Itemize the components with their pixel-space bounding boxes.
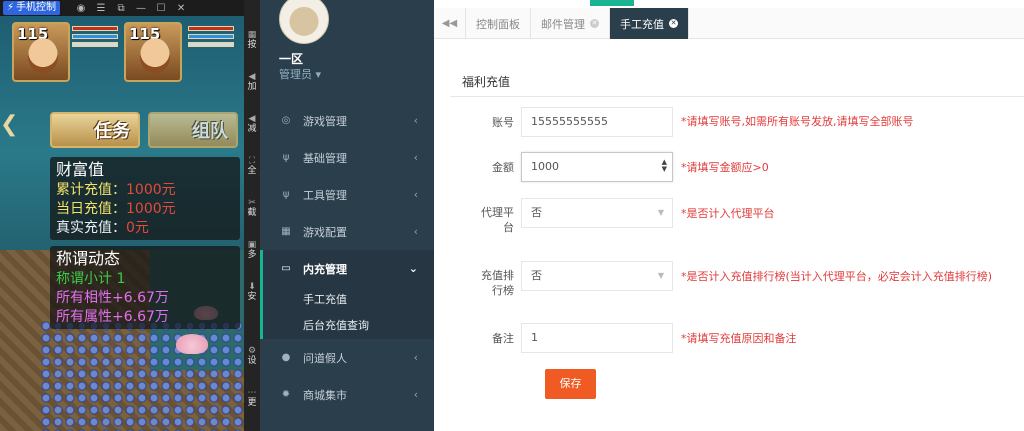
phone-control-button[interactable]: ⚡ 手机控制: [3, 1, 61, 15]
sidebar-item-mall[interactable]: ✹ 商城集市 ‹: [260, 376, 434, 413]
sidebar-item-base-management[interactable]: ψ 基础管理 ‹: [260, 139, 434, 176]
minimize-icon[interactable]: —: [134, 3, 148, 14]
volume-up-icon: ◀: [248, 72, 256, 82]
ranking-select[interactable]: 否 ▼: [521, 261, 673, 291]
sidebar-item-recharge-management[interactable]: ▭ 内充管理 ⌄: [260, 250, 434, 287]
caret-down-icon: ▼: [657, 208, 664, 217]
user-role-dropdown[interactable]: 管理员 ▾: [279, 66, 321, 82]
lotus-decoration: [176, 334, 208, 354]
title-dynamics-panel: 称谓动态 称谓小计 1 所有相性+6.67万 所有属性+6.67万: [50, 246, 240, 329]
sidebar-item-game-config[interactable]: ▦ 游戏配置 ‹: [260, 213, 434, 250]
close-icon[interactable]: ✕: [174, 3, 188, 14]
table-icon: ▦: [281, 226, 291, 237]
tab-mail-management[interactable]: 邮件管理 ✕: [531, 8, 610, 39]
strip-item[interactable]: ▦ 按: [244, 30, 260, 50]
cutlery-icon: ψ: [282, 189, 290, 200]
sidebar-subitem-manual-recharge[interactable]: 手工充值: [263, 287, 434, 313]
user-name: 一区: [279, 52, 304, 66]
strip-item[interactable]: ⚙ 设: [244, 346, 260, 366]
pet-face-icon: [28, 38, 58, 74]
maximize-icon[interactable]: ☐: [154, 3, 168, 14]
team-button[interactable]: 组队: [148, 112, 238, 148]
account-icon[interactable]: ◉: [74, 3, 88, 14]
chevron-left-icon: ‹: [413, 114, 418, 127]
tab-bar: ◀◀ 控制面板 邮件管理 ✕ 手工充值 ✕: [434, 8, 1024, 39]
restore-icon[interactable]: ⧉: [114, 3, 128, 14]
tab-close-icon[interactable]: ✕: [590, 19, 599, 28]
chevron-left-icon: ‹: [413, 151, 418, 164]
pet-status-bars: [72, 26, 118, 50]
save-button[interactable]: 保存: [545, 369, 596, 399]
install-icon: ⬇: [248, 282, 256, 292]
main-content: ◀◀ 控制面板 邮件管理 ✕ 手工充值 ✕ 福利充值 账号 1555555555…: [434, 0, 1024, 431]
settings-icon: ⚙: [247, 346, 257, 356]
chevron-left-icon: ‹: [413, 388, 418, 401]
strip-item[interactable]: ▣ 多: [244, 240, 260, 260]
player-face-icon: [140, 38, 170, 74]
task-button[interactable]: 任务: [50, 112, 140, 148]
monitor-icon: ▭: [281, 263, 291, 274]
double-chevron-left-icon: ◀◀: [441, 18, 458, 29]
caret-down-icon: ▾: [315, 68, 322, 81]
avatar[interactable]: [279, 0, 329, 44]
strip-item[interactable]: ◀ 加: [244, 72, 260, 92]
game-toolbar: ⚡ 手机控制 ◉ ☰ ⧉ — ☐ ✕: [0, 0, 244, 16]
sidebar-menu: ◎ 游戏管理 ‹ ψ 基础管理 ‹ ψ 工具管理 ‹ ▦ 游戏配置 ‹ ▭ 内充: [260, 102, 434, 413]
strip-item[interactable]: ⛶ 全: [244, 156, 260, 176]
chevron-left-icon: ‹: [413, 351, 418, 364]
top-accent-bar: [590, 0, 634, 6]
gear-icon: ✹: [281, 389, 291, 400]
gamepad-icon: ◎: [281, 115, 291, 126]
player-portrait[interactable]: 115: [124, 22, 182, 82]
strip-item[interactable]: ✂ 截: [244, 198, 260, 218]
fullscreen-icon: ⛶: [248, 156, 256, 166]
keyboard-icon: ▦: [247, 30, 257, 40]
sidebar-submenu: 手工充值 后台充值查询: [260, 287, 434, 339]
menu-icon[interactable]: ☰: [94, 3, 108, 14]
emulator-toolstrip: ▦ 按 ◀ 加 ◀ 减 ⛶ 全 ✂ 截 ▣ 多 ⬇ 安 ⚙ 设 ⋯ 更: [244, 0, 260, 431]
pet-portrait[interactable]: 115: [12, 22, 70, 82]
chevron-down-icon: ⌄: [408, 262, 418, 275]
remark-input[interactable]: 1: [521, 323, 673, 353]
tab-scroll-left-button[interactable]: ◀◀: [434, 8, 466, 39]
chevron-left-icon: ‹: [413, 225, 418, 238]
card-divider: [450, 96, 1024, 97]
more-icon: ⋯: [247, 388, 257, 398]
collapse-arrow-icon[interactable]: ❮: [0, 112, 18, 137]
cutlery-icon: ψ: [282, 152, 290, 163]
strip-item[interactable]: ⋯ 更: [244, 388, 260, 408]
sidebar-item-fake-players[interactable]: ● 问道假人 ‹: [260, 339, 434, 376]
wealth-row: 当日充值：1000元: [56, 201, 176, 217]
scissors-icon: ✂: [248, 198, 256, 208]
strip-item[interactable]: ◀ 减: [244, 114, 260, 134]
account-input[interactable]: 15555555555: [521, 107, 673, 137]
sidebar-subitem-recharge-query[interactable]: 后台充值查询: [263, 313, 434, 339]
chevron-left-icon: ‹: [413, 188, 418, 201]
number-spinner-icon[interactable]: ▲ ▼: [662, 159, 667, 173]
game-flowers: [40, 320, 244, 431]
game-window[interactable]: ⚡ 手机控制 ◉ ☰ ⧉ — ☐ ✕ 115 115 ❮ 任务 组队 财富值 累…: [0, 0, 244, 431]
user-icon: ●: [281, 352, 291, 363]
multi-window-icon: ▣: [247, 240, 257, 250]
wealth-row: 累计充值：1000元: [56, 182, 176, 198]
amount-input[interactable]: 1000 ▲ ▼: [521, 152, 673, 182]
card-title-tab[interactable]: 福利充值: [450, 68, 523, 96]
sidebar-user: 一区 管理员 ▾: [260, 0, 434, 92]
strip-item[interactable]: ⬇ 安: [244, 282, 260, 302]
tab-dashboard[interactable]: 控制面板: [466, 8, 531, 39]
sidebar: 一区 管理员 ▾ ◎ 游戏管理 ‹ ψ 基础管理 ‹ ψ 工具管理 ‹ ▦ 游戏…: [260, 0, 434, 431]
wealth-row: 真实充值：0元: [56, 220, 149, 236]
tab-close-icon[interactable]: ✕: [669, 19, 678, 28]
lightning-icon: ⚡: [7, 2, 15, 13]
sidebar-item-game-management[interactable]: ◎ 游戏管理 ‹: [260, 102, 434, 139]
sidebar-item-tool-management[interactable]: ψ 工具管理 ‹: [260, 176, 434, 213]
wealth-panel: 财富值 累计充值：1000元 当日充值：1000元 真实充值：0元: [50, 157, 240, 240]
volume-down-icon: ◀: [248, 114, 256, 124]
screen: ⚡ 手机控制 ◉ ☰ ⧉ — ☐ ✕ 115 115 ❮ 任务 组队 财富值 累…: [0, 0, 1024, 431]
caret-down-icon: ▼: [657, 271, 664, 280]
tab-manual-recharge[interactable]: 手工充值 ✕: [610, 8, 689, 39]
agent-select[interactable]: 否 ▼: [521, 198, 673, 228]
player-status-bars: [188, 26, 234, 50]
